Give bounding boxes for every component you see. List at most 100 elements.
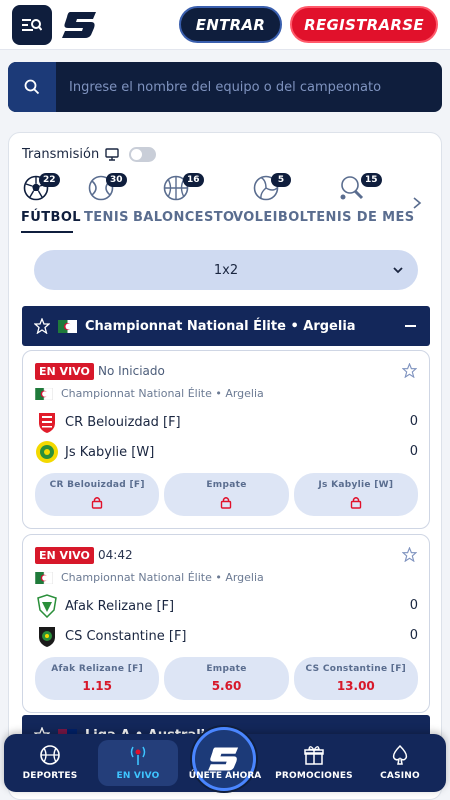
nav-sports-label: DEPORTES <box>22 771 78 781</box>
basketball-count-badge: 16 <box>183 173 204 187</box>
away-team-score: 0 <box>409 444 418 459</box>
spade-icon <box>392 744 408 765</box>
brand-logo-icon <box>208 747 239 771</box>
login-button[interactable]: ENTRAR <box>179 6 282 43</box>
market-select[interactable]: 1x2 <box>34 250 418 290</box>
odd-button-home[interactable]: Afak Relizane [F] 1.15 <box>35 657 160 700</box>
odd-label: Js Kabylie [W] <box>318 480 394 490</box>
transmission-label: Transmisión <box>22 146 100 162</box>
transmission-row: Transmisión <box>22 145 157 163</box>
register-button[interactable]: REGISTRARSE <box>290 6 438 43</box>
away-team-row: CS Constantine [F] 0 <box>35 623 418 649</box>
tab-basketball-label: BALONCESTO <box>133 210 235 225</box>
tab-volleyball[interactable]: 5 VOLEIBOL <box>233 173 308 233</box>
js-kabylie-logo <box>36 441 58 463</box>
nav-live[interactable]: EN VIVO <box>98 740 178 786</box>
home-team-score: 0 <box>409 414 418 429</box>
top-header: ENTRAR REGISTRARSE <box>0 0 450 50</box>
join-now-label: ÚNETE AHORA <box>188 771 262 781</box>
nav-promotions[interactable]: PROMOCIONES <box>272 734 356 792</box>
home-team-score: 0 <box>409 598 418 613</box>
cs-constantine-logo <box>39 627 55 647</box>
away-team-name: CS Constantine [F] <box>65 628 187 644</box>
sports-tabs: 22 FÚTBOL 30 TENIS 16 BALONCESTO 5 VOLEI… <box>9 173 441 233</box>
afak-relizane-logo <box>37 594 57 618</box>
nav-promotions-label: PROMOCIONES <box>275 771 353 781</box>
odds-row: Afak Relizane [F] 1.15 Empate 5.60 CS Co… <box>35 657 418 700</box>
home-team-row: Afak Relizane [F] 0 <box>35 593 418 619</box>
gift-icon <box>304 746 324 765</box>
match-status: No Iniciado <box>98 364 165 378</box>
odd-button-away[interactable]: Js Kabylie [W] <box>293 473 418 516</box>
active-tab-indicator <box>21 231 73 233</box>
league-header[interactable]: Championnat National Élite • Argelia <box>22 306 430 346</box>
join-now-button[interactable] <box>192 727 256 791</box>
market-select-value: 1x2 <box>213 262 239 278</box>
home-team-name: Afak Relizane [F] <box>65 598 175 614</box>
odd-label: Empate <box>206 664 247 674</box>
lock-icon <box>221 497 232 509</box>
menu-search-button[interactable] <box>12 5 52 45</box>
tab-tennis[interactable]: 30 TENIS <box>84 173 132 233</box>
monitor-icon <box>105 147 119 161</box>
nav-casino[interactable]: CASINO <box>358 734 442 792</box>
collapse-icon[interactable] <box>405 325 416 327</box>
league-title: Championnat National Élite • Argelia <box>85 318 356 334</box>
odd-value: 13.00 <box>336 679 375 693</box>
match-card[interactable]: EN VIVO No Iniciado Championnat National… <box>22 350 430 529</box>
star-outline-icon[interactable] <box>34 318 50 334</box>
sportsbook-panel: Transmisión 22 FÚTBOL 30 TENIS 16 BALONC… <box>8 132 442 800</box>
nav-sports[interactable]: DEPORTES <box>8 734 92 792</box>
match-league-name: Championnat National Élite • Argelia <box>61 387 264 400</box>
odd-button-home[interactable]: CR Belouizdad [F] <box>35 473 160 516</box>
search-input[interactable] <box>64 62 436 112</box>
match-league: Championnat National Élite • Argelia <box>35 571 264 584</box>
odd-button-away[interactable]: CS Constantine [F] 13.00 <box>293 657 418 700</box>
home-team-row: CR Belouizdad [F] 0 <box>35 409 418 435</box>
live-broadcast-icon <box>130 746 146 765</box>
tab-volleyball-label: VOLEIBOL <box>233 210 309 225</box>
match-league-name: Championnat National Élite • Argelia <box>61 571 264 584</box>
tab-soccer-label: FÚTBOL <box>21 210 81 225</box>
odds-row: CR Belouizdad [F] Empate Js Kabylie [W] <box>35 473 418 516</box>
odd-value: 1.15 <box>82 679 112 693</box>
tab-table-tennis[interactable]: 15 TENIS DE MES <box>307 173 414 233</box>
match-clock: 04:42 <box>98 548 133 562</box>
odd-button-draw[interactable]: Empate 5.60 <box>164 657 289 700</box>
search-icon <box>24 79 40 95</box>
algeria-flag-icon <box>35 387 53 400</box>
odd-label: CS Constantine [F] <box>305 664 407 674</box>
nav-casino-label: CASINO <box>380 771 420 781</box>
away-team-name: Js Kabylie [W] <box>65 444 155 460</box>
menu-search-icon <box>22 19 42 31</box>
tennis-count-badge: 30 <box>106 173 127 187</box>
tab-table-tennis-label: TENIS DE MES <box>307 210 415 225</box>
algeria-flag-icon <box>58 319 77 333</box>
home-team-name: CR Belouizdad [F] <box>65 414 181 430</box>
favorite-star-icon[interactable] <box>402 363 417 378</box>
live-badge: EN VIVO <box>35 363 94 380</box>
tab-soccer[interactable]: 22 FÚTBOL <box>21 173 81 233</box>
basketball-icon <box>40 745 60 765</box>
cr-belouizdad-logo <box>39 413 55 433</box>
odd-label: Empate <box>206 480 247 490</box>
transmission-toggle[interactable] <box>129 146 157 162</box>
match-card[interactable]: EN VIVO 04:42 Championnat National Élite… <box>22 534 430 713</box>
brand-logo[interactable] <box>60 8 100 42</box>
away-team-score: 0 <box>409 628 418 643</box>
odd-button-draw[interactable]: Empate <box>164 473 289 516</box>
away-team-row: Js Kabylie [W] 0 <box>35 439 418 465</box>
search-button[interactable] <box>8 62 56 112</box>
live-badge: EN VIVO <box>35 547 94 564</box>
tab-basketball[interactable]: 16 BALONCESTO <box>133 173 234 233</box>
match-league: Championnat National Élite • Argelia <box>35 387 264 400</box>
algeria-flag-icon <box>35 571 53 584</box>
nav-live-label: EN VIVO <box>116 771 160 781</box>
odd-value: 5.60 <box>211 679 242 693</box>
favorite-star-icon[interactable] <box>402 547 417 562</box>
lock-icon <box>350 497 362 509</box>
chevron-right-icon[interactable] <box>410 193 424 213</box>
search-bar <box>8 62 442 112</box>
volleyball-count-badge: 5 <box>271 173 291 187</box>
odd-label: CR Belouizdad [F] <box>49 480 145 490</box>
